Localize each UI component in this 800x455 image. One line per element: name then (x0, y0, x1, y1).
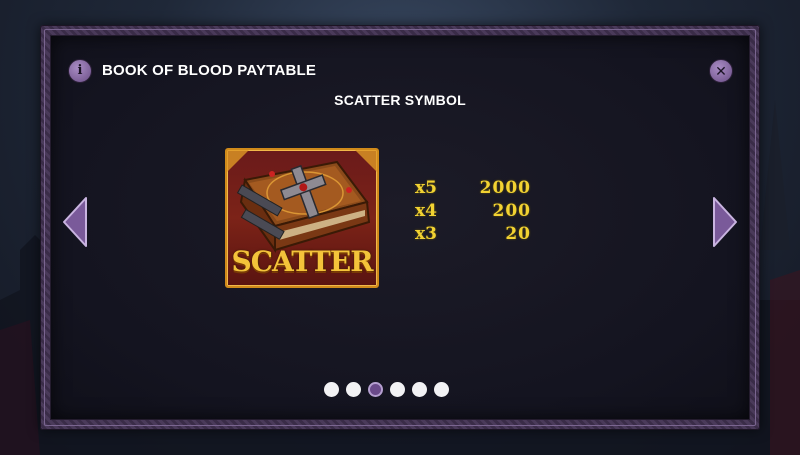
paytable-title: BOOK OF BLOOD PAYTABLE (102, 62, 317, 79)
payout-value: 20 (505, 224, 531, 244)
close-icon: ✕ (715, 63, 727, 79)
payout-row: x4 200 (415, 201, 535, 224)
prev-page-button[interactable] (62, 196, 88, 248)
payout-multiplier: x5 (415, 178, 437, 198)
close-button[interactable]: ✕ (709, 59, 733, 83)
payout-multiplier: x4 (415, 201, 437, 221)
page-dot[interactable] (324, 382, 339, 397)
paytable-panel (40, 25, 760, 430)
payout-row: x5 2000 (415, 178, 535, 201)
page-subtitle: SCATTER SYMBOL (334, 92, 466, 108)
scatter-symbol-label: SCATTER (231, 245, 374, 278)
chevron-right-icon (713, 197, 737, 247)
scatter-symbol-card: SCATTER (225, 148, 379, 288)
page-dot-active[interactable] (368, 382, 383, 397)
payout-row: x3 20 (415, 224, 535, 247)
info-button[interactable]: i (68, 59, 92, 83)
payout-multiplier: x3 (415, 224, 437, 244)
payout-value: 200 (492, 201, 531, 221)
info-icon: i (77, 63, 83, 78)
page-dot[interactable] (390, 382, 405, 397)
payout-table: x5 2000 x4 200 x3 20 (415, 178, 535, 247)
chevron-left-icon (63, 197, 87, 247)
payout-value: 2000 (479, 178, 531, 198)
page-indicator (324, 382, 449, 398)
page-dot[interactable] (346, 382, 361, 397)
next-page-button[interactable] (712, 196, 738, 248)
page-dot[interactable] (434, 382, 449, 397)
page-dot[interactable] (412, 382, 427, 397)
